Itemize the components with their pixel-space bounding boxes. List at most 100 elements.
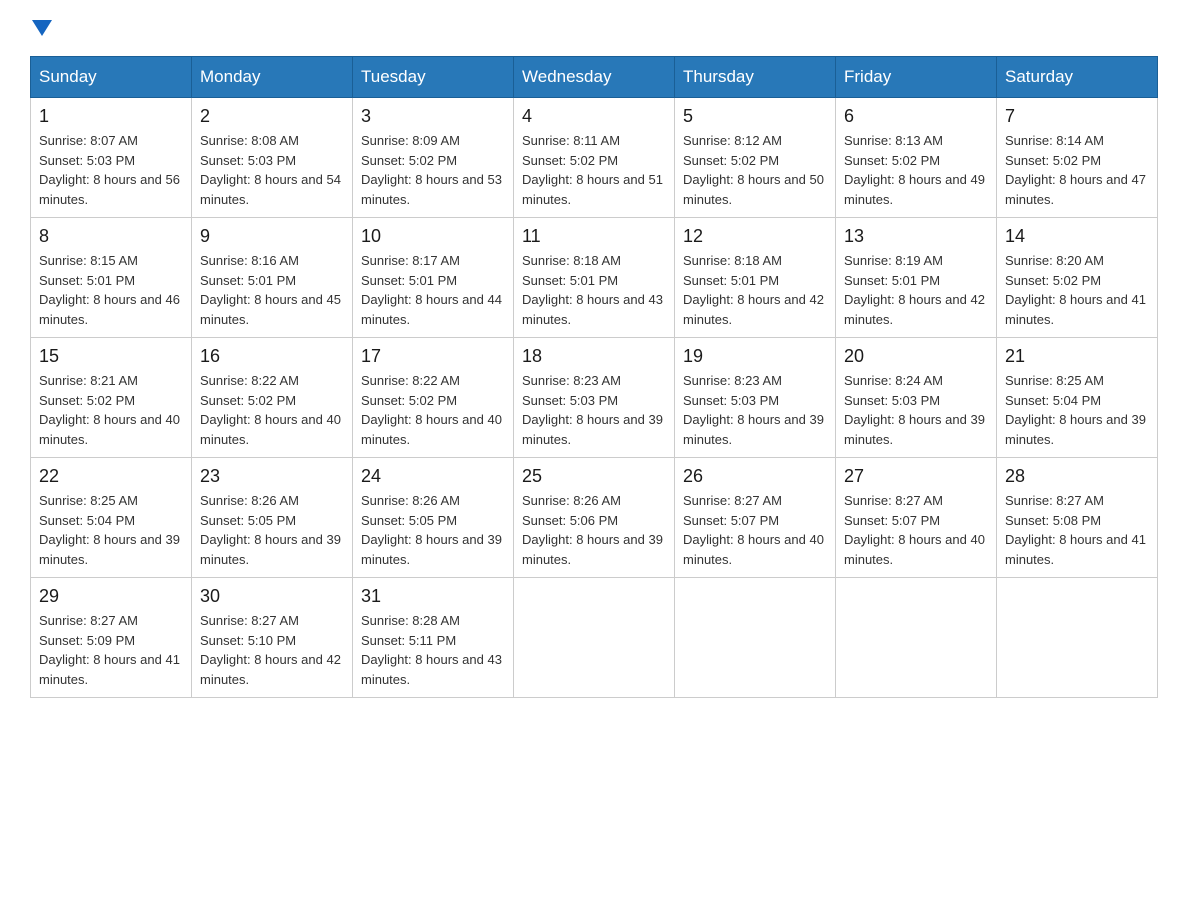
calendar-cell: 26 Sunrise: 8:27 AMSunset: 5:07 PMDaylig… xyxy=(675,458,836,578)
weekday-header-monday: Monday xyxy=(192,57,353,98)
calendar-cell: 28 Sunrise: 8:27 AMSunset: 5:08 PMDaylig… xyxy=(997,458,1158,578)
day-number: 1 xyxy=(39,106,183,127)
day-number: 3 xyxy=(361,106,505,127)
day-number: 9 xyxy=(200,226,344,247)
day-number: 7 xyxy=(1005,106,1149,127)
day-info: Sunrise: 8:27 AMSunset: 5:07 PMDaylight:… xyxy=(683,491,827,569)
day-number: 30 xyxy=(200,586,344,607)
calendar-cell: 23 Sunrise: 8:26 AMSunset: 5:05 PMDaylig… xyxy=(192,458,353,578)
day-number: 18 xyxy=(522,346,666,367)
day-number: 31 xyxy=(361,586,505,607)
calendar-cell: 13 Sunrise: 8:19 AMSunset: 5:01 PMDaylig… xyxy=(836,218,997,338)
calendar-cell: 20 Sunrise: 8:24 AMSunset: 5:03 PMDaylig… xyxy=(836,338,997,458)
calendar-cell: 6 Sunrise: 8:13 AMSunset: 5:02 PMDayligh… xyxy=(836,98,997,218)
calendar-cell xyxy=(514,578,675,698)
calendar-cell: 29 Sunrise: 8:27 AMSunset: 5:09 PMDaylig… xyxy=(31,578,192,698)
day-info: Sunrise: 8:21 AMSunset: 5:02 PMDaylight:… xyxy=(39,371,183,449)
day-number: 11 xyxy=(522,226,666,247)
day-info: Sunrise: 8:26 AMSunset: 5:05 PMDaylight:… xyxy=(200,491,344,569)
day-number: 12 xyxy=(683,226,827,247)
day-info: Sunrise: 8:11 AMSunset: 5:02 PMDaylight:… xyxy=(522,131,666,209)
calendar-cell: 30 Sunrise: 8:27 AMSunset: 5:10 PMDaylig… xyxy=(192,578,353,698)
calendar-cell: 15 Sunrise: 8:21 AMSunset: 5:02 PMDaylig… xyxy=(31,338,192,458)
calendar-cell: 22 Sunrise: 8:25 AMSunset: 5:04 PMDaylig… xyxy=(31,458,192,578)
day-number: 14 xyxy=(1005,226,1149,247)
calendar-cell: 21 Sunrise: 8:25 AMSunset: 5:04 PMDaylig… xyxy=(997,338,1158,458)
calendar-cell: 25 Sunrise: 8:26 AMSunset: 5:06 PMDaylig… xyxy=(514,458,675,578)
week-row-5: 29 Sunrise: 8:27 AMSunset: 5:09 PMDaylig… xyxy=(31,578,1158,698)
day-number: 28 xyxy=(1005,466,1149,487)
weekday-header-friday: Friday xyxy=(836,57,997,98)
day-info: Sunrise: 8:27 AMSunset: 5:09 PMDaylight:… xyxy=(39,611,183,689)
day-info: Sunrise: 8:27 AMSunset: 5:08 PMDaylight:… xyxy=(1005,491,1149,569)
day-info: Sunrise: 8:08 AMSunset: 5:03 PMDaylight:… xyxy=(200,131,344,209)
day-info: Sunrise: 8:23 AMSunset: 5:03 PMDaylight:… xyxy=(683,371,827,449)
weekday-header-sunday: Sunday xyxy=(31,57,192,98)
day-number: 13 xyxy=(844,226,988,247)
weekday-header-wednesday: Wednesday xyxy=(514,57,675,98)
day-info: Sunrise: 8:24 AMSunset: 5:03 PMDaylight:… xyxy=(844,371,988,449)
calendar-cell: 18 Sunrise: 8:23 AMSunset: 5:03 PMDaylig… xyxy=(514,338,675,458)
week-row-1: 1 Sunrise: 8:07 AMSunset: 5:03 PMDayligh… xyxy=(31,98,1158,218)
day-info: Sunrise: 8:25 AMSunset: 5:04 PMDaylight:… xyxy=(1005,371,1149,449)
weekday-header-row: SundayMondayTuesdayWednesdayThursdayFrid… xyxy=(31,57,1158,98)
day-info: Sunrise: 8:26 AMSunset: 5:06 PMDaylight:… xyxy=(522,491,666,569)
day-info: Sunrise: 8:22 AMSunset: 5:02 PMDaylight:… xyxy=(200,371,344,449)
logo-triangle-icon xyxy=(32,20,52,36)
calendar-cell: 1 Sunrise: 8:07 AMSunset: 5:03 PMDayligh… xyxy=(31,98,192,218)
day-info: Sunrise: 8:14 AMSunset: 5:02 PMDaylight:… xyxy=(1005,131,1149,209)
week-row-3: 15 Sunrise: 8:21 AMSunset: 5:02 PMDaylig… xyxy=(31,338,1158,458)
calendar-cell xyxy=(997,578,1158,698)
day-number: 22 xyxy=(39,466,183,487)
calendar-cell: 9 Sunrise: 8:16 AMSunset: 5:01 PMDayligh… xyxy=(192,218,353,338)
day-info: Sunrise: 8:09 AMSunset: 5:02 PMDaylight:… xyxy=(361,131,505,209)
day-number: 8 xyxy=(39,226,183,247)
day-info: Sunrise: 8:17 AMSunset: 5:01 PMDaylight:… xyxy=(361,251,505,329)
day-number: 4 xyxy=(522,106,666,127)
day-number: 10 xyxy=(361,226,505,247)
day-number: 24 xyxy=(361,466,505,487)
day-info: Sunrise: 8:19 AMSunset: 5:01 PMDaylight:… xyxy=(844,251,988,329)
weekday-header-thursday: Thursday xyxy=(675,57,836,98)
calendar-cell: 31 Sunrise: 8:28 AMSunset: 5:11 PMDaylig… xyxy=(353,578,514,698)
calendar-cell: 8 Sunrise: 8:15 AMSunset: 5:01 PMDayligh… xyxy=(31,218,192,338)
calendar-cell: 10 Sunrise: 8:17 AMSunset: 5:01 PMDaylig… xyxy=(353,218,514,338)
day-info: Sunrise: 8:27 AMSunset: 5:07 PMDaylight:… xyxy=(844,491,988,569)
calendar-cell: 5 Sunrise: 8:12 AMSunset: 5:02 PMDayligh… xyxy=(675,98,836,218)
weekday-header-tuesday: Tuesday xyxy=(353,57,514,98)
day-number: 29 xyxy=(39,586,183,607)
day-number: 17 xyxy=(361,346,505,367)
calendar-cell: 2 Sunrise: 8:08 AMSunset: 5:03 PMDayligh… xyxy=(192,98,353,218)
day-info: Sunrise: 8:25 AMSunset: 5:04 PMDaylight:… xyxy=(39,491,183,569)
calendar-cell: 11 Sunrise: 8:18 AMSunset: 5:01 PMDaylig… xyxy=(514,218,675,338)
calendar-cell: 14 Sunrise: 8:20 AMSunset: 5:02 PMDaylig… xyxy=(997,218,1158,338)
day-info: Sunrise: 8:07 AMSunset: 5:03 PMDaylight:… xyxy=(39,131,183,209)
day-number: 25 xyxy=(522,466,666,487)
weekday-header-saturday: Saturday xyxy=(997,57,1158,98)
calendar-cell: 4 Sunrise: 8:11 AMSunset: 5:02 PMDayligh… xyxy=(514,98,675,218)
calendar-cell: 19 Sunrise: 8:23 AMSunset: 5:03 PMDaylig… xyxy=(675,338,836,458)
day-number: 2 xyxy=(200,106,344,127)
week-row-4: 22 Sunrise: 8:25 AMSunset: 5:04 PMDaylig… xyxy=(31,458,1158,578)
calendar-cell: 16 Sunrise: 8:22 AMSunset: 5:02 PMDaylig… xyxy=(192,338,353,458)
day-number: 20 xyxy=(844,346,988,367)
day-info: Sunrise: 8:15 AMSunset: 5:01 PMDaylight:… xyxy=(39,251,183,329)
day-number: 15 xyxy=(39,346,183,367)
day-number: 26 xyxy=(683,466,827,487)
calendar-table: SundayMondayTuesdayWednesdayThursdayFrid… xyxy=(30,56,1158,698)
calendar-cell: 3 Sunrise: 8:09 AMSunset: 5:02 PMDayligh… xyxy=(353,98,514,218)
day-info: Sunrise: 8:18 AMSunset: 5:01 PMDaylight:… xyxy=(683,251,827,329)
day-info: Sunrise: 8:12 AMSunset: 5:02 PMDaylight:… xyxy=(683,131,827,209)
day-info: Sunrise: 8:28 AMSunset: 5:11 PMDaylight:… xyxy=(361,611,505,689)
day-info: Sunrise: 8:16 AMSunset: 5:01 PMDaylight:… xyxy=(200,251,344,329)
calendar-cell xyxy=(675,578,836,698)
day-info: Sunrise: 8:20 AMSunset: 5:02 PMDaylight:… xyxy=(1005,251,1149,329)
day-number: 27 xyxy=(844,466,988,487)
day-info: Sunrise: 8:23 AMSunset: 5:03 PMDaylight:… xyxy=(522,371,666,449)
day-info: Sunrise: 8:13 AMSunset: 5:02 PMDaylight:… xyxy=(844,131,988,209)
day-info: Sunrise: 8:18 AMSunset: 5:01 PMDaylight:… xyxy=(522,251,666,329)
day-number: 5 xyxy=(683,106,827,127)
day-info: Sunrise: 8:27 AMSunset: 5:10 PMDaylight:… xyxy=(200,611,344,689)
day-info: Sunrise: 8:26 AMSunset: 5:05 PMDaylight:… xyxy=(361,491,505,569)
page-header xyxy=(30,20,1158,36)
